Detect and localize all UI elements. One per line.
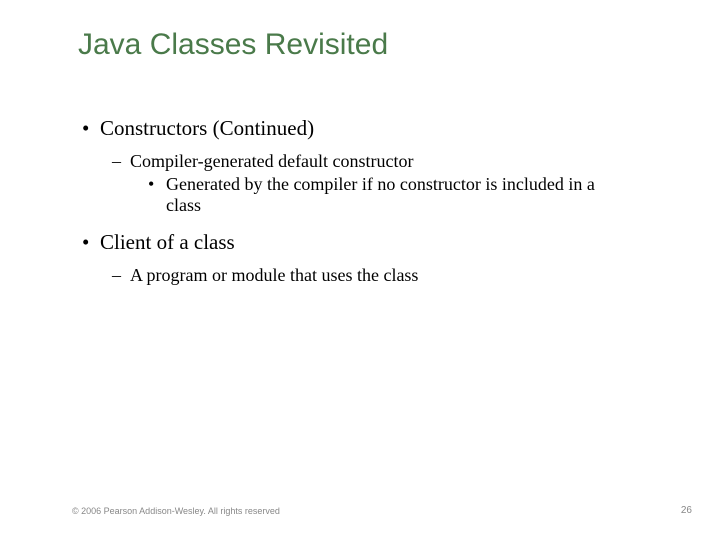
bullet-constructors: Constructors (Continued) — [100, 116, 660, 141]
footer-copyright: © 2006 Pearson Addison-Wesley. All right… — [72, 506, 280, 516]
bullet-compiler-default: Compiler-generated default constructor — [130, 151, 660, 172]
bullet-generated-by: Generated by the compiler if no construc… — [166, 174, 660, 216]
slide: Java Classes Revisited Constructors (Con… — [0, 0, 720, 540]
footer-page-number: 26 — [681, 505, 692, 516]
bullet-client: Client of a class — [100, 230, 660, 255]
slide-title: Java Classes Revisited — [78, 28, 660, 62]
slide-content: Constructors (Continued) Compiler-genera… — [72, 116, 660, 286]
bullet-program-module: A program or module that uses the class — [130, 265, 660, 286]
spacer — [72, 218, 660, 230]
